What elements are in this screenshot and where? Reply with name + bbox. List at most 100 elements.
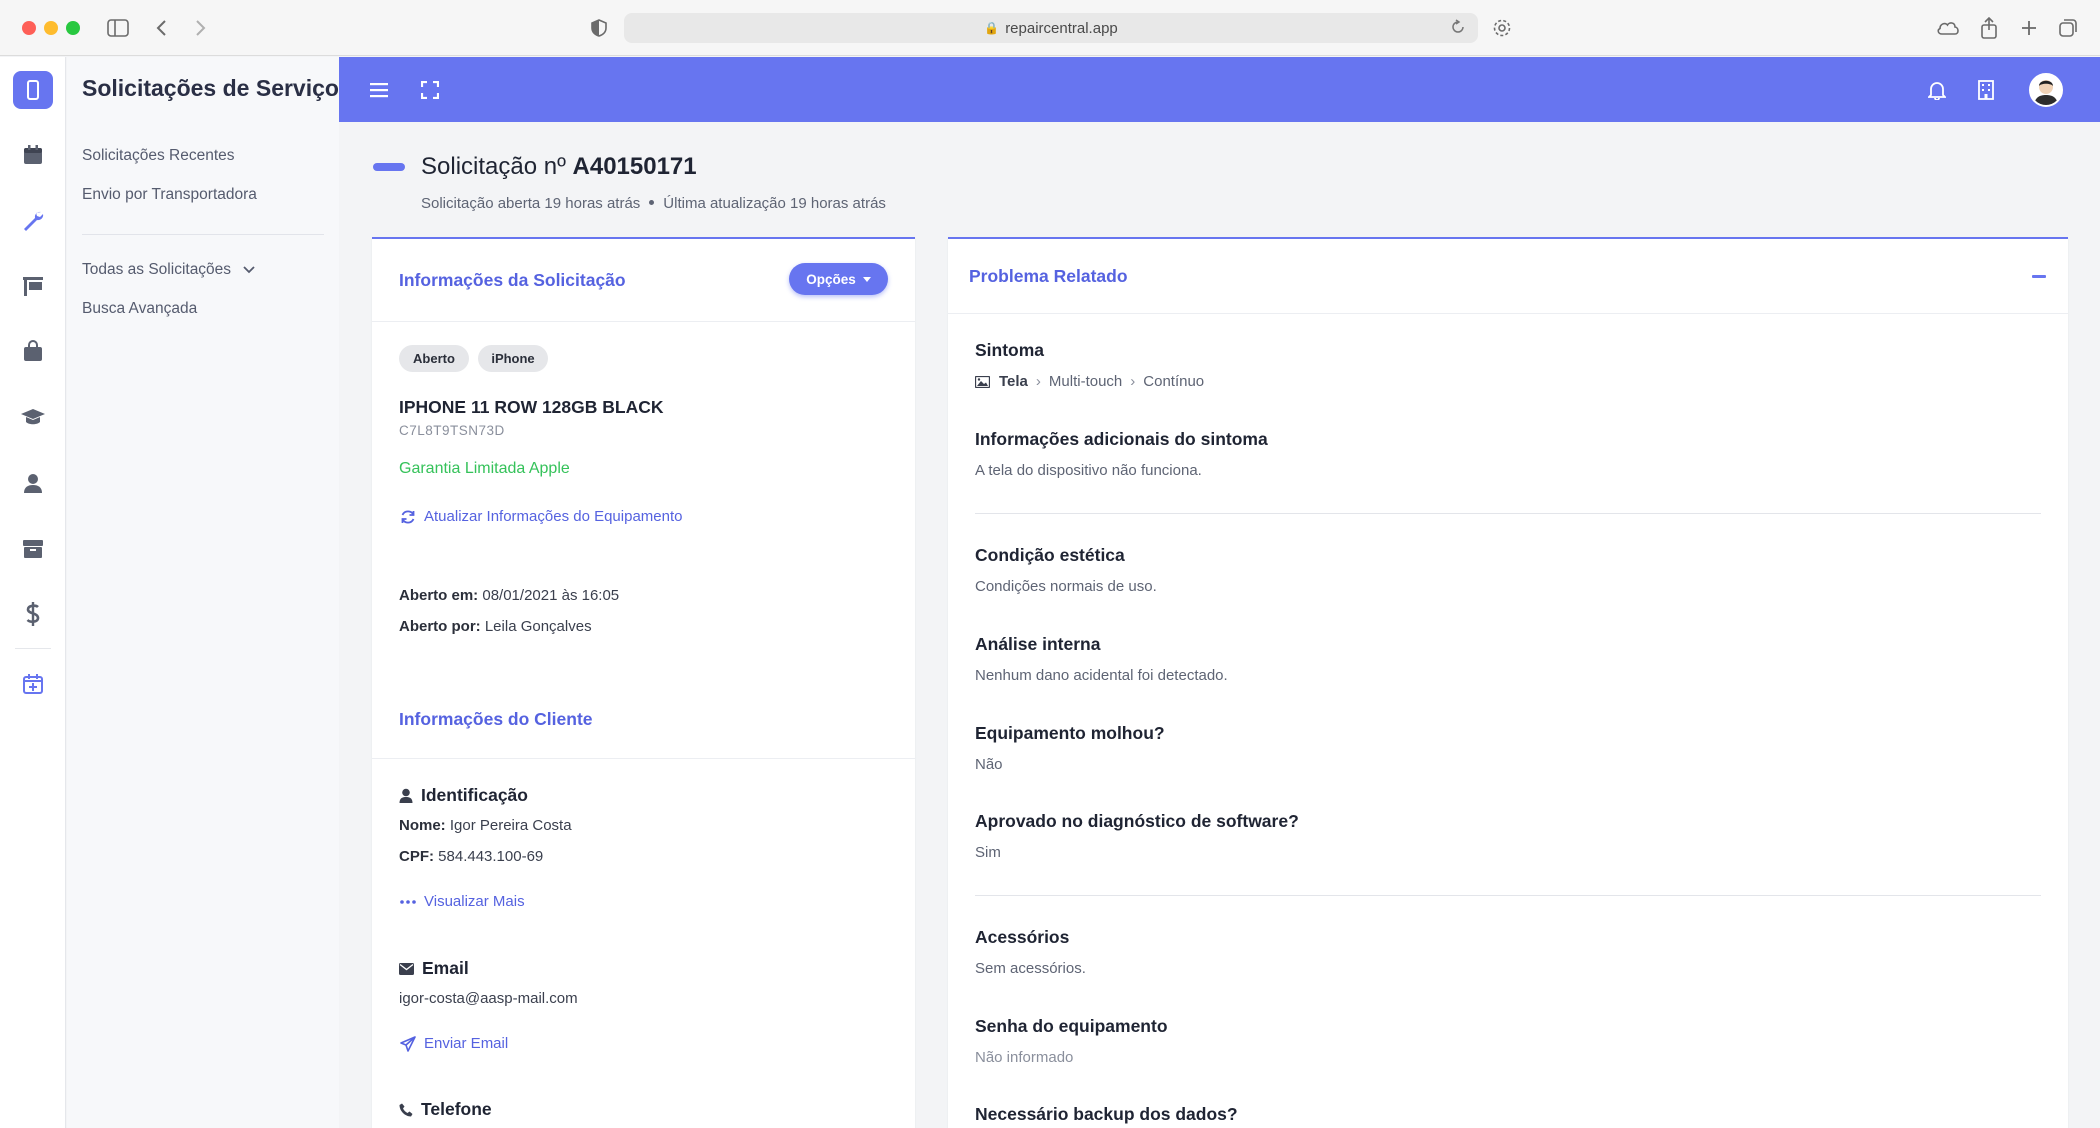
update-device-link[interactable]: Atualizar Informações do Equipamento — [399, 508, 682, 525]
field-label: Necessário backup dos dados? — [975, 1104, 1238, 1124]
send-email-link[interactable]: Enviar Email — [399, 1035, 508, 1052]
opened-on-value: 08/01/2021 às 16:05 — [482, 587, 620, 604]
options-button[interactable]: Opções — [789, 263, 888, 295]
field-value: A tela do dispositivo não funciona. — [975, 462, 1202, 479]
sidebar-title: Solicitações de Serviço — [82, 75, 339, 101]
graduation-cap-icon[interactable] — [18, 402, 48, 432]
box-icon[interactable] — [18, 533, 48, 563]
customer-email: igor-costa@aasp-mail.com — [399, 990, 578, 1007]
settings-gear-icon[interactable] — [1488, 14, 1516, 42]
calendar-plus-icon[interactable] — [18, 669, 48, 699]
phone-icon — [399, 1103, 413, 1117]
envelope-icon — [399, 962, 414, 975]
ellipsis-icon — [399, 899, 417, 904]
tab-overview-icon[interactable] — [2054, 14, 2082, 42]
fullscreen-icon[interactable] — [417, 77, 443, 103]
address-bar[interactable]: 🔒 repaircentral.app — [624, 13, 1478, 43]
field-label: Senha do equipamento — [975, 1016, 1168, 1036]
divider — [975, 513, 2041, 514]
phone-title: Telefone — [399, 1099, 492, 1120]
bell-icon[interactable] — [1924, 77, 1950, 103]
reload-icon[interactable] — [1450, 19, 1466, 39]
building-icon[interactable] — [1973, 77, 1999, 103]
bag-icon[interactable] — [18, 336, 48, 366]
customer-cpf: CPF: 584.443.100-69 — [399, 848, 543, 865]
icon-rail — [0, 57, 66, 1128]
image-icon — [975, 375, 990, 388]
nav-recent-requests[interactable]: Solicitações Recentes — [82, 147, 235, 165]
request-id: A40150171 — [572, 153, 697, 180]
opened-on: Aberto em: 08/01/2021 às 16:05 — [399, 587, 619, 604]
menu-icon[interactable] — [367, 77, 393, 103]
minimize-window-button[interactable] — [44, 21, 58, 35]
request-info-card: Informações da Solicitação Opções Aberto… — [372, 237, 915, 1128]
opened-ago: Solicitação aberta 19 horas atrás — [421, 195, 641, 212]
divider — [948, 313, 2068, 314]
updated-ago: Última atualização 19 horas atrás — [663, 195, 886, 212]
name-value: Igor Pereira Costa — [449, 817, 572, 834]
view-more-link[interactable]: Visualizar Mais — [399, 893, 525, 910]
sidebar-divider — [82, 234, 324, 235]
field-value: Sim — [975, 844, 1001, 861]
title-accent-bar — [373, 163, 405, 171]
field-value: Não — [975, 756, 1003, 773]
nav-all-requests[interactable]: Todas as Solicitações — [82, 261, 255, 279]
caret-down-icon — [862, 276, 871, 282]
nav-all-requests-label: Todas as Solicitações — [82, 261, 232, 278]
privacy-shield-icon[interactable] — [585, 14, 613, 42]
sub-navigation: Solicitações de Serviço Solicitações Rec… — [67, 57, 339, 1128]
field-label: Análise interna — [975, 634, 1101, 654]
top-bar — [339, 57, 2100, 122]
symptom-breadcrumb: Tela › Multi-touch › Contínuo — [975, 373, 1204, 390]
refresh-icon — [399, 509, 417, 525]
zoom-window-button[interactable] — [66, 21, 80, 35]
browser-chrome: 🔒 repaircentral.app — [0, 0, 2100, 56]
chevron-right-icon: › — [1035, 373, 1041, 390]
collapse-icon[interactable] — [2032, 275, 2046, 278]
forward-icon[interactable] — [186, 14, 214, 42]
options-label: Opções — [806, 271, 856, 287]
send-email-label: Enviar Email — [424, 1035, 509, 1052]
sidebar-toggle-icon[interactable] — [104, 14, 132, 42]
nav-carrier-shipping[interactable]: Envio por Transportadora — [82, 186, 257, 204]
back-icon[interactable] — [148, 14, 176, 42]
symptom-label: Sintoma — [975, 340, 1045, 360]
update-device-label: Atualizar Informações do Equipamento — [424, 508, 683, 525]
cpf-value: 584.443.100-69 — [438, 848, 544, 865]
email-label: Email — [422, 958, 469, 978]
field-label: Aprovado no diagnóstico de software? — [975, 811, 1299, 831]
share-icon[interactable] — [1975, 14, 2003, 42]
lock-icon: 🔒 — [984, 21, 1000, 35]
dollar-icon[interactable] — [18, 599, 48, 629]
reported-problem-heading: Problema Relatado — [969, 266, 1128, 286]
title-prefix: Solicitação nº — [421, 153, 566, 180]
field-label: Informações adicionais do sintoma — [975, 429, 1268, 449]
symptom-detail: Contínuo — [1143, 373, 1205, 390]
field-value: Não informado — [975, 1049, 1074, 1066]
avatar[interactable] — [2029, 73, 2063, 107]
nav-advanced-search[interactable]: Busca Avançada — [82, 300, 197, 318]
user-icon[interactable] — [18, 468, 48, 498]
icloud-icon[interactable] — [1934, 14, 1962, 42]
device-icon[interactable] — [13, 71, 53, 109]
identification-label: Identificação — [421, 785, 528, 805]
field-label: Acessórios — [975, 927, 1070, 947]
field-label: Condição estética — [975, 545, 1125, 565]
warranty-status: Garantia Limitada Apple — [399, 460, 570, 477]
new-tab-icon[interactable] — [2015, 14, 2043, 42]
close-window-button[interactable] — [22, 21, 36, 35]
field-value: Condições normais de uso. — [975, 578, 1157, 595]
page-subtitle: Solicitação aberta 19 horas atrás Última … — [421, 195, 886, 212]
page-title: Solicitação nº A40150171 — [421, 153, 697, 181]
symptom-subcategory: Multi-touch — [1048, 373, 1123, 390]
email-title: Email — [399, 958, 469, 979]
flag-icon[interactable] — [18, 271, 48, 301]
rail-divider — [15, 648, 51, 649]
divider — [372, 321, 915, 322]
url-text: repaircentral.app — [1005, 19, 1118, 37]
calendar-icon[interactable] — [18, 140, 48, 170]
wrench-icon[interactable] — [18, 205, 48, 235]
divider — [975, 895, 2041, 896]
device-name: IPHONE 11 ROW 128GB BLACK — [399, 397, 664, 417]
phone-label: Telefone — [421, 1099, 492, 1119]
